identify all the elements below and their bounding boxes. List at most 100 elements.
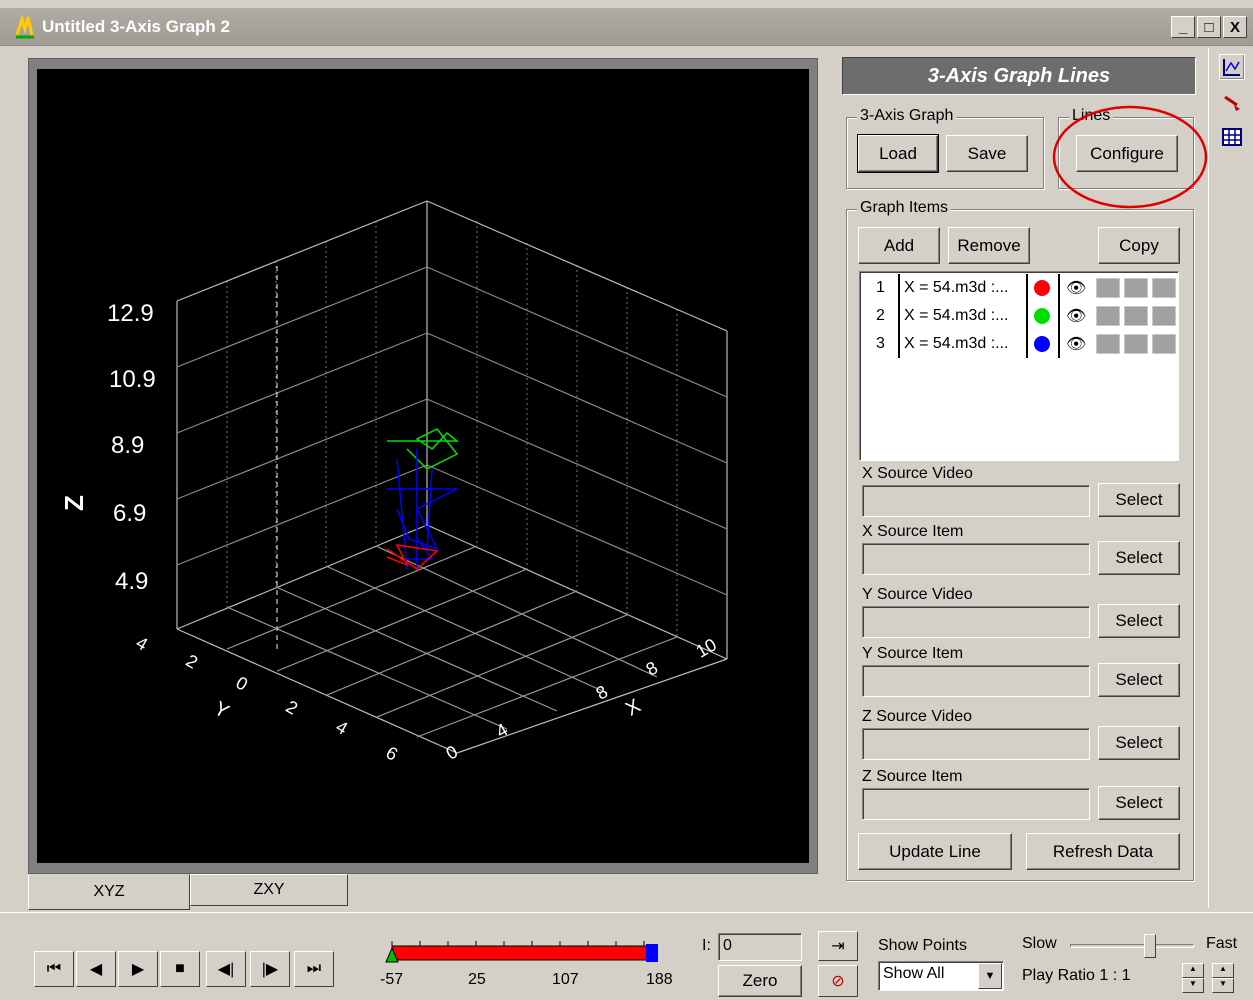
speed-slider-track[interactable]	[1070, 944, 1194, 948]
ratio-left-spinner[interactable]: ▲ ▼	[1182, 963, 1204, 993]
chevron-down-icon[interactable]: ▼	[978, 963, 1002, 989]
close-button[interactable]: X	[1223, 16, 1247, 38]
data-traces	[386, 428, 460, 570]
waveform-icon[interactable]	[1096, 306, 1120, 326]
update-line-button[interactable]: Update Line	[858, 833, 1012, 870]
ratio-right-spinner[interactable]: ▲ ▼	[1212, 963, 1234, 993]
select-x-video-button[interactable]: Select	[1098, 483, 1180, 517]
table-icon[interactable]	[1219, 124, 1245, 150]
z-tick: 10.9	[109, 366, 156, 393]
minimize-button[interactable]: _	[1171, 16, 1195, 38]
right-toolbar	[1208, 48, 1252, 908]
x-source-video-field[interactable]	[862, 485, 1090, 517]
add-button[interactable]: Add	[858, 227, 940, 264]
maximize-button[interactable]: □	[1197, 16, 1221, 38]
fit-range-icon[interactable]: ⇥	[818, 931, 858, 961]
app-icon	[15, 15, 34, 39]
refresh-data-button[interactable]: Refresh Data	[1026, 833, 1180, 870]
graph-canvas[interactable]: 12.9 10.9 8.9 6.9 4.9 Z 4 2 0 2 4 6 Y 0 …	[37, 69, 809, 863]
y-tick: 4	[133, 632, 152, 654]
stop-button[interactable]: ■	[160, 951, 200, 987]
play-button[interactable]: ▶	[118, 951, 158, 987]
waveform-icon[interactable]	[1152, 278, 1176, 298]
copy-button[interactable]: Copy	[1098, 227, 1180, 264]
waveform-icon[interactable]	[1152, 306, 1176, 326]
index-label: I:	[702, 937, 711, 954]
waveform-icon[interactable]	[1152, 334, 1176, 354]
y-axis-label: Y	[210, 697, 233, 723]
y-tick: 0	[233, 672, 252, 694]
y-tick: 6	[383, 742, 402, 764]
y-source-video-field[interactable]	[862, 606, 1090, 638]
select-y-video-button[interactable]: Select	[1098, 604, 1180, 638]
prev-frame-button[interactable]: ◀|	[206, 951, 246, 987]
item-number: 3	[876, 335, 885, 352]
last-frame-button[interactable]: ⏭	[294, 951, 334, 987]
z-source-video-label: Z Source Video	[862, 708, 972, 725]
x-tick: 8	[643, 657, 662, 679]
remove-button[interactable]: Remove	[948, 227, 1030, 264]
title-bar: Untitled 3-Axis Graph 2 _ □ X	[0, 8, 1253, 46]
x-source-item-field[interactable]	[862, 543, 1090, 575]
y-tick: 4	[333, 716, 352, 738]
x-source-video-label: X Source Video	[862, 465, 973, 482]
next-frame-button[interactable]: |▶	[250, 951, 290, 987]
highlight-circle	[1052, 105, 1208, 209]
first-frame-button[interactable]: ⏮	[34, 951, 74, 987]
save-button[interactable]: Save	[946, 135, 1028, 172]
z-tick: 4.9	[115, 568, 148, 595]
waveform-icon[interactable]	[1124, 334, 1148, 354]
tools-icon[interactable]	[1219, 90, 1245, 116]
graph-frame: 12.9 10.9 8.9 6.9 4.9 Z 4 2 0 2 4 6 Y 0 …	[28, 58, 818, 874]
y-tick: 2	[283, 696, 302, 718]
window-title: Untitled 3-Axis Graph 2	[42, 17, 230, 36]
waveform-icon[interactable]	[1096, 278, 1120, 298]
load-button[interactable]: Load	[857, 134, 939, 173]
z-source-video-field[interactable]	[862, 728, 1090, 760]
panel-header: 3-Axis Graph Lines	[842, 57, 1196, 95]
select-z-item-button[interactable]: Select	[1098, 786, 1180, 820]
eye-icon[interactable]: 👁	[1066, 330, 1096, 358]
item-name: X = 54.m3d :...	[904, 307, 1009, 324]
show-points-select[interactable]: Show All ▼	[878, 961, 1004, 991]
range-slider[interactable]	[382, 939, 672, 963]
fast-label: Fast	[1206, 935, 1238, 952]
item-number: 1	[876, 279, 885, 296]
graph-lines-panel: 3-Axis Graph Lines 3-Axis Graph Load Sav…	[842, 57, 1208, 882]
select-x-item-button[interactable]: Select	[1098, 541, 1180, 575]
item-name: X = 54.m3d :...	[904, 335, 1009, 352]
disable-link-icon[interactable]: ⊘	[818, 965, 858, 997]
eye-icon[interactable]: 👁	[1066, 302, 1096, 330]
tab-xyz[interactable]: XYZ	[28, 874, 190, 910]
waveform-icon[interactable]	[1096, 334, 1120, 354]
graph-items-list[interactable]: 1 X = 54.m3d :... 👁 2 X = 54.m3d :... 👁 …	[859, 271, 1179, 461]
eye-icon[interactable]: 👁	[1066, 274, 1096, 302]
speed-slider-thumb[interactable]	[1144, 934, 1156, 958]
range-mid-2: 107	[552, 971, 579, 988]
list-item[interactable]: 2 X = 54.m3d :... 👁	[862, 302, 1178, 330]
select-z-video-button[interactable]: Select	[1098, 726, 1180, 760]
y-source-video-label: Y Source Video	[862, 586, 973, 603]
waveform-icon[interactable]	[1124, 306, 1148, 326]
play-ratio-label: Play Ratio 1 : 1	[1022, 967, 1131, 984]
zero-button[interactable]: Zero	[718, 965, 802, 997]
graph-lines-icon[interactable]	[1219, 54, 1245, 80]
z-source-item-field[interactable]	[862, 788, 1090, 820]
waveform-icon[interactable]	[1124, 278, 1148, 298]
color-swatch[interactable]	[1034, 336, 1050, 352]
y-source-item-field[interactable]	[862, 665, 1090, 697]
y-source-item-label: Y Source Item	[862, 645, 964, 662]
color-swatch[interactable]	[1034, 308, 1050, 324]
item-name: X = 54.m3d :...	[904, 279, 1009, 296]
list-item[interactable]: 3 X = 54.m3d :... 👁	[862, 330, 1178, 358]
graph-group-label: 3-Axis Graph	[857, 107, 957, 125]
z-source-item-label: Z Source Item	[862, 768, 963, 785]
list-item[interactable]: 1 X = 54.m3d :... 👁	[862, 274, 1178, 302]
tab-zxy[interactable]: ZXY	[190, 874, 348, 906]
color-swatch[interactable]	[1034, 280, 1050, 296]
x-tick: 4	[493, 719, 512, 741]
index-field[interactable]: 0	[718, 933, 802, 961]
x-tick: 10	[693, 634, 720, 661]
select-y-item-button[interactable]: Select	[1098, 663, 1180, 697]
step-back-button[interactable]: ◀	[76, 951, 116, 987]
